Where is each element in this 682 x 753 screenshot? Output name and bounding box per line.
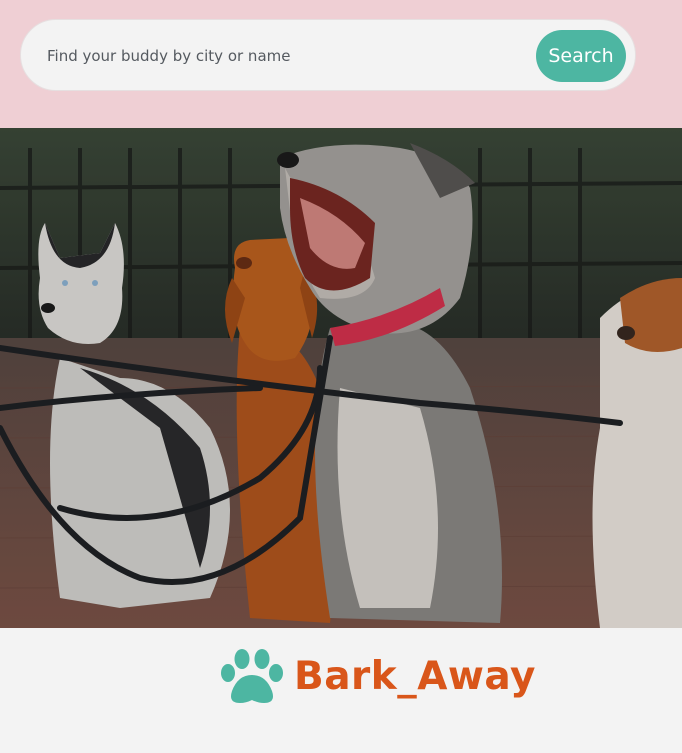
- paw-icon: [221, 649, 283, 703]
- hero-image: [0, 128, 682, 628]
- search-button[interactable]: Search: [536, 30, 626, 82]
- brand-name: Bark_Away: [294, 653, 536, 699]
- dogs-photo: [0, 128, 682, 628]
- brand-logo[interactable]: Bark_Away: [220, 646, 536, 706]
- search-box: Search: [20, 19, 636, 91]
- search-header: Search: [0, 0, 682, 128]
- search-input[interactable]: [45, 38, 519, 74]
- footer: Bark_Away: [0, 628, 682, 753]
